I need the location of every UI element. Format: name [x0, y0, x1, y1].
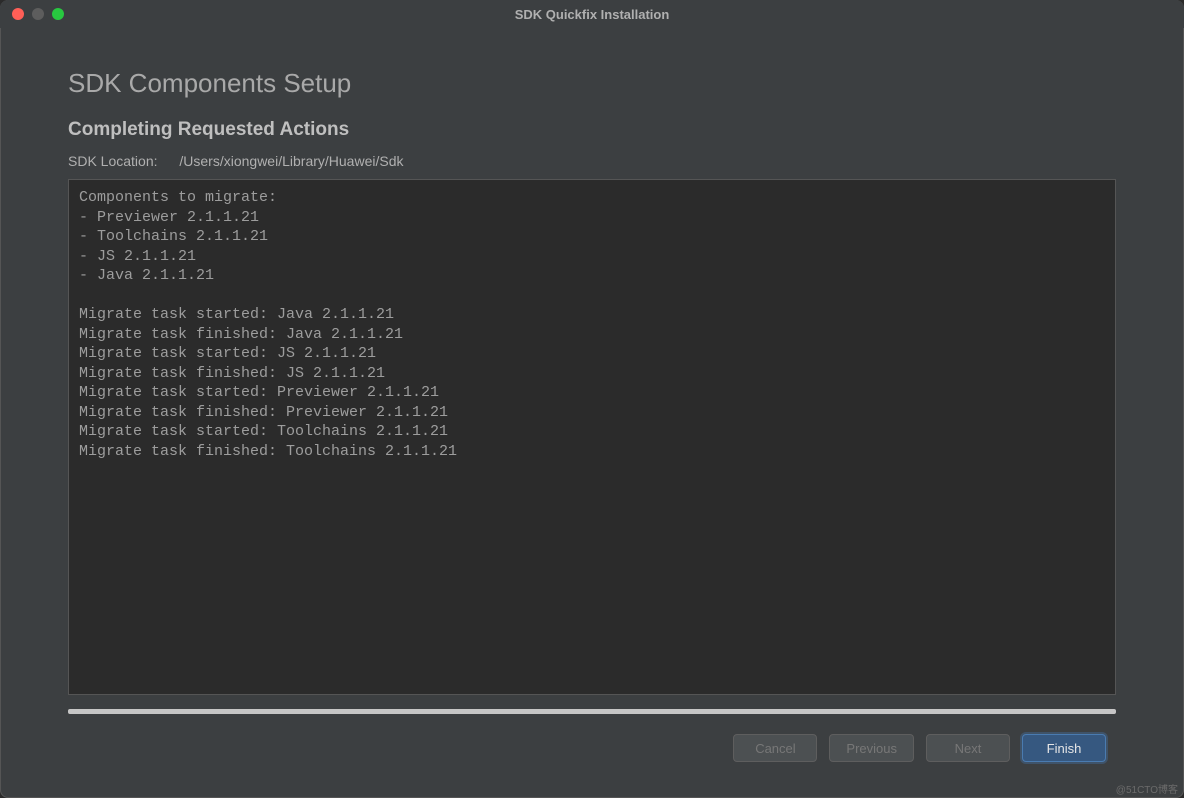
page-subtitle: Completing Requested Actions	[68, 119, 1116, 141]
minimize-icon	[32, 8, 44, 20]
maximize-icon[interactable]	[52, 8, 64, 20]
sdk-location-path: /Users/xiongwei/Library/Huawei/Sdk	[179, 153, 403, 169]
previous-button[interactable]: Previous	[829, 734, 914, 762]
sdk-location-row: SDK Location: /Users/xiongwei/Library/Hu…	[68, 153, 1116, 169]
traffic-lights	[12, 8, 64, 20]
sdk-location-label: SDK Location:	[68, 153, 158, 169]
next-button[interactable]: Next	[926, 734, 1010, 762]
progress-bar	[68, 709, 1116, 714]
watermark: @51CTO博客	[1116, 781, 1178, 796]
installer-window: SDK Quickfix Installation SDK Components…	[0, 0, 1184, 798]
window-title: SDK Quickfix Installation	[515, 7, 670, 22]
page-title: SDK Components Setup	[68, 68, 1116, 99]
content-area: SDK Components Setup Completing Requeste…	[0, 28, 1184, 798]
finish-button[interactable]: Finish	[1022, 734, 1106, 762]
close-icon[interactable]	[12, 8, 24, 20]
cancel-button[interactable]: Cancel	[733, 734, 817, 762]
button-row: Cancel Previous Next Finish	[68, 734, 1116, 778]
titlebar: SDK Quickfix Installation	[0, 0, 1184, 28]
log-output[interactable]: Components to migrate: - Previewer 2.1.1…	[68, 179, 1116, 695]
